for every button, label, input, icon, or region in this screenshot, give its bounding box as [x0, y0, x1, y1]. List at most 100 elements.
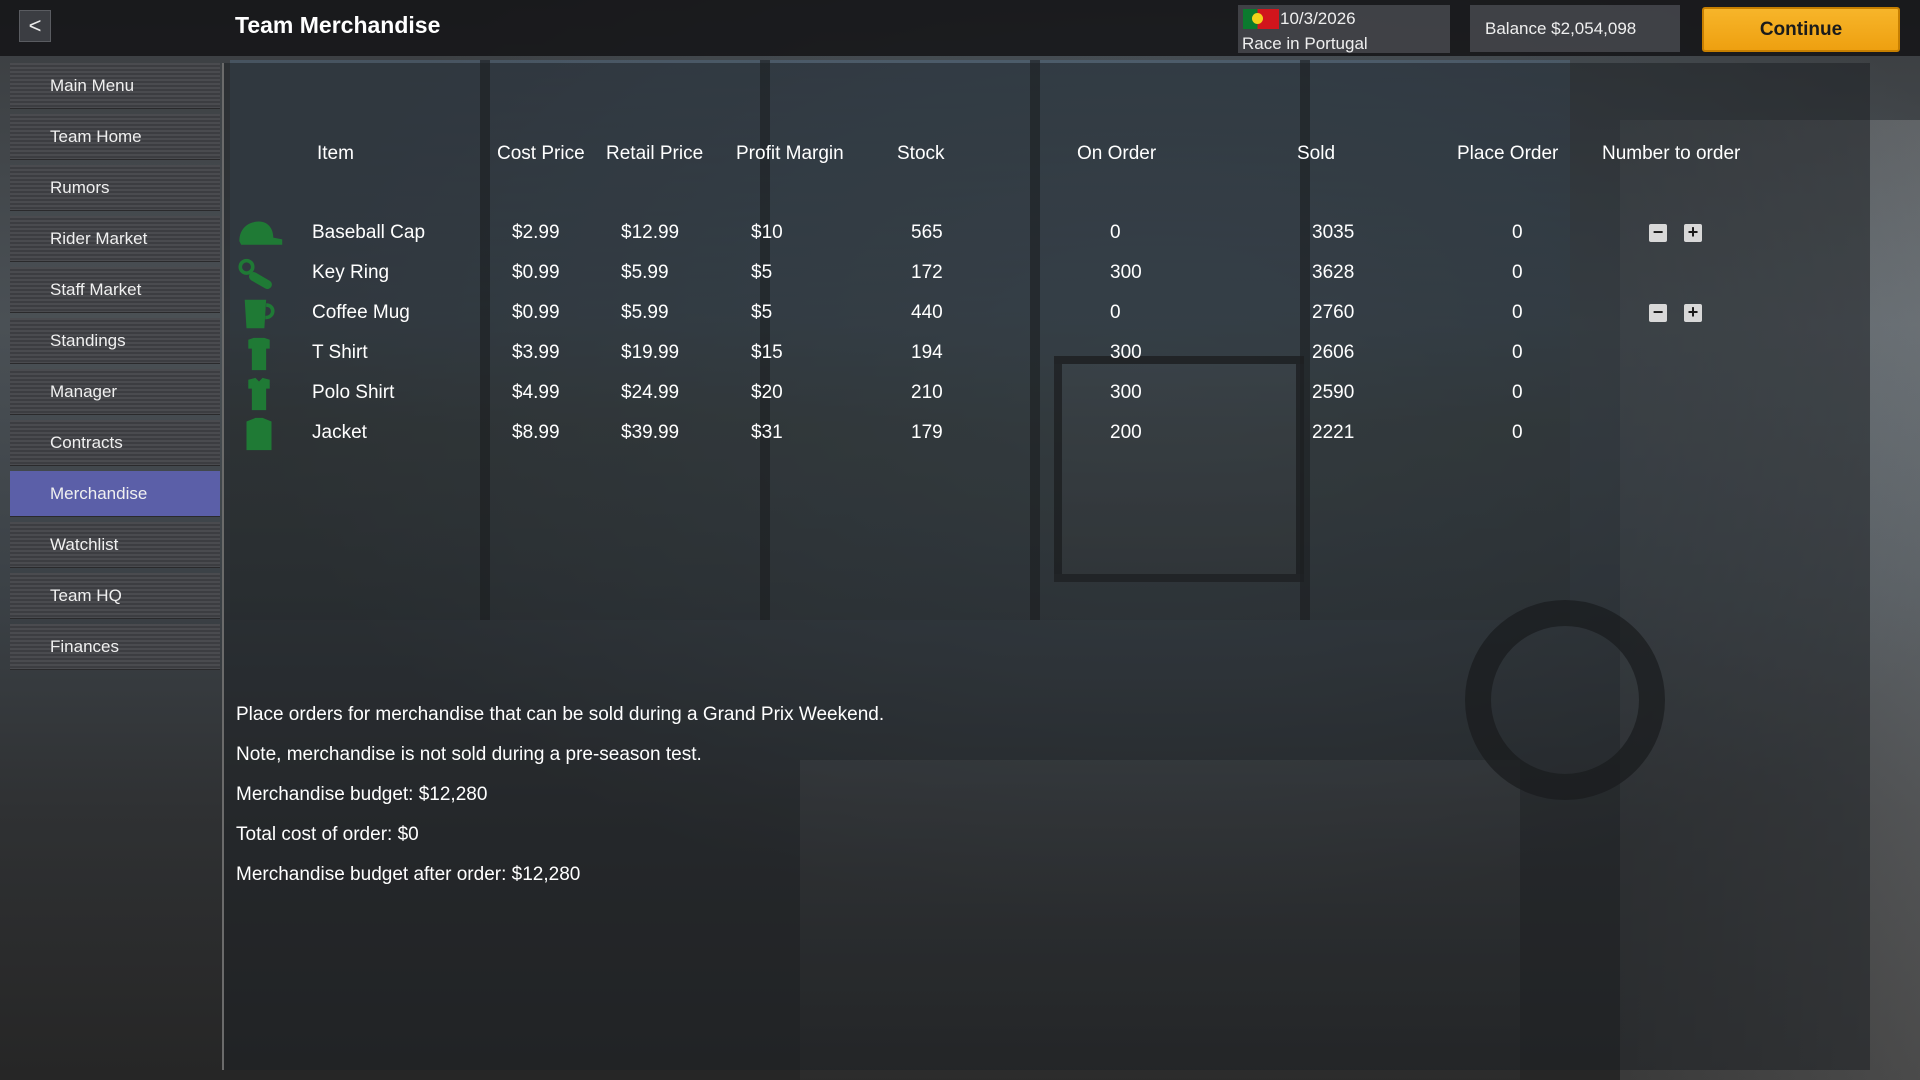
on-order: 300 — [1110, 262, 1142, 283]
item-name: Baseball Cap — [312, 222, 426, 243]
mug-icon — [234, 298, 284, 330]
cost-price: $3.99 — [512, 342, 560, 363]
decrease-order-button[interactable]: − — [1649, 303, 1667, 322]
sold: 3035 — [1312, 222, 1355, 243]
merchandise-table: Item Cost Price Retail Price Profit Marg… — [234, 85, 1854, 485]
on-order: 0 — [1110, 302, 1121, 323]
stock: 210 — [911, 382, 943, 403]
profit-margin: $31 — [751, 422, 783, 443]
sold: 2760 — [1312, 302, 1355, 323]
table-row: Key Ring $0.99 $5.99 $5 172 300 3628 0 — [234, 254, 1854, 294]
table-row: Baseball Cap $2.99 $12.99 $10 565 0 3035… — [234, 214, 1854, 254]
retail-price: $12.99 — [621, 222, 680, 243]
increase-order-button[interactable]: + — [1684, 223, 1702, 242]
retail-price: $5.99 — [621, 302, 669, 323]
cost-price: $2.99 — [512, 222, 560, 243]
cost-price: $0.99 — [512, 302, 560, 323]
profit-margin: $5 — [751, 262, 773, 283]
stock: 440 — [911, 302, 943, 323]
sidebar-nav: Main Menu Team Home Rumors Rider Market … — [10, 63, 220, 675]
sold: 2590 — [1312, 382, 1355, 403]
on-order: 200 — [1110, 422, 1142, 443]
sidebar-item-rider-market[interactable]: Rider Market — [10, 216, 220, 262]
sidebar-item-team-hq[interactable]: Team HQ — [10, 573, 220, 619]
stock: 172 — [911, 262, 943, 283]
place-order: 0 — [1512, 222, 1523, 243]
profit-margin: $10 — [751, 222, 783, 243]
table-row: Polo Shirt $4.99 $24.99 $20 210 300 2590… — [234, 374, 1854, 414]
cost-price: $4.99 — [512, 382, 560, 403]
table-row: T Shirt $3.99 $19.99 $15 194 300 2606 0 — [234, 334, 1854, 374]
merchandise-budget: Merchandise budget: $12,280 — [236, 784, 488, 805]
continue-button[interactable]: Continue — [1702, 7, 1900, 52]
header-cost-price: Cost Price — [497, 143, 585, 164]
header-number-to-order: Number to order — [1602, 143, 1741, 164]
on-order: 0 — [1110, 222, 1121, 243]
place-order: 0 — [1512, 262, 1523, 283]
info-description: Place orders for merchandise that can be… — [236, 704, 885, 725]
item-name: T Shirt — [312, 342, 368, 363]
on-order: 300 — [1110, 342, 1142, 363]
place-order: 0 — [1512, 342, 1523, 363]
jacket-icon — [234, 417, 284, 451]
header-item: Item — [317, 143, 354, 164]
header-place-order: Place Order — [1457, 143, 1559, 164]
merchandise-panel: Item Cost Price Retail Price Profit Marg… — [222, 63, 1870, 1070]
item-name: Coffee Mug — [312, 302, 410, 323]
date-panel: 10/3/2026 Race in Portugal — [1238, 5, 1450, 53]
sidebar-item-rumors[interactable]: Rumors — [10, 165, 220, 211]
profit-margin: $15 — [751, 342, 783, 363]
stock: 194 — [911, 342, 943, 363]
place-order: 0 — [1512, 302, 1523, 323]
sold: 3628 — [1312, 262, 1355, 283]
cost-price: $0.99 — [512, 262, 560, 283]
item-name: Polo Shirt — [312, 382, 395, 403]
cap-icon — [234, 218, 284, 250]
page-title: Team Merchandise — [235, 12, 441, 38]
sidebar-item-manager[interactable]: Manager — [10, 369, 220, 415]
place-order: 0 — [1512, 422, 1523, 443]
stock: 179 — [911, 422, 943, 443]
header-profit-margin: Profit Margin — [736, 143, 844, 164]
next-event: Race in Portugal — [1242, 34, 1368, 53]
sidebar-item-staff-market[interactable]: Staff Market — [10, 267, 220, 313]
profit-margin: $5 — [751, 302, 773, 323]
retail-price: $19.99 — [621, 342, 680, 363]
portugal-flag-icon — [1243, 9, 1279, 29]
key-ring-icon — [234, 258, 284, 290]
sidebar-item-merchandise[interactable]: Merchandise — [10, 471, 220, 517]
sidebar-item-standings[interactable]: Standings — [10, 318, 220, 364]
cost-price: $8.99 — [512, 422, 560, 443]
sidebar-item-contracts[interactable]: Contracts — [10, 420, 220, 466]
table-row: Jacket $8.99 $39.99 $31 179 200 2221 0 — [234, 414, 1854, 454]
back-button[interactable]: < — [19, 10, 51, 42]
decrease-order-button[interactable]: − — [1649, 223, 1667, 242]
info-note: Note, merchandise is not sold during a p… — [236, 744, 702, 765]
balance-display: Balance $2,054,098 — [1470, 5, 1680, 52]
sold: 2606 — [1312, 342, 1355, 363]
retail-price: $24.99 — [621, 382, 680, 403]
top-bar: < Team Merchandise 10/3/2026 Race in Por… — [0, 0, 1920, 56]
sidebar-item-watchlist[interactable]: Watchlist — [10, 522, 220, 568]
total-order-cost: Total cost of order: $0 — [236, 824, 419, 845]
item-name: Key Ring — [312, 262, 390, 283]
back-chevron-icon: < — [28, 13, 42, 38]
place-order: 0 — [1512, 382, 1523, 403]
header-retail-price: Retail Price — [606, 143, 704, 164]
header-sold: Sold — [1297, 143, 1336, 164]
merchandise-info: Place orders for merchandise that can be… — [236, 695, 884, 895]
profit-margin: $20 — [751, 382, 783, 403]
sold: 2221 — [1312, 422, 1355, 443]
on-order: 300 — [1110, 382, 1142, 403]
current-date: 10/3/2026 — [1280, 9, 1356, 28]
sidebar-item-main-menu[interactable]: Main Menu — [10, 63, 220, 109]
stock: 565 — [911, 222, 943, 243]
retail-price: $39.99 — [621, 422, 680, 443]
increase-order-button[interactable]: + — [1684, 303, 1702, 322]
sidebar-item-finances[interactable]: Finances — [10, 624, 220, 670]
header-on-order: On Order — [1077, 143, 1157, 164]
budget-after-order: Merchandise budget after order: $12,280 — [236, 864, 581, 885]
header-stock: Stock — [897, 143, 945, 164]
retail-price: $5.99 — [621, 262, 669, 283]
sidebar-item-team-home[interactable]: Team Home — [10, 114, 220, 160]
